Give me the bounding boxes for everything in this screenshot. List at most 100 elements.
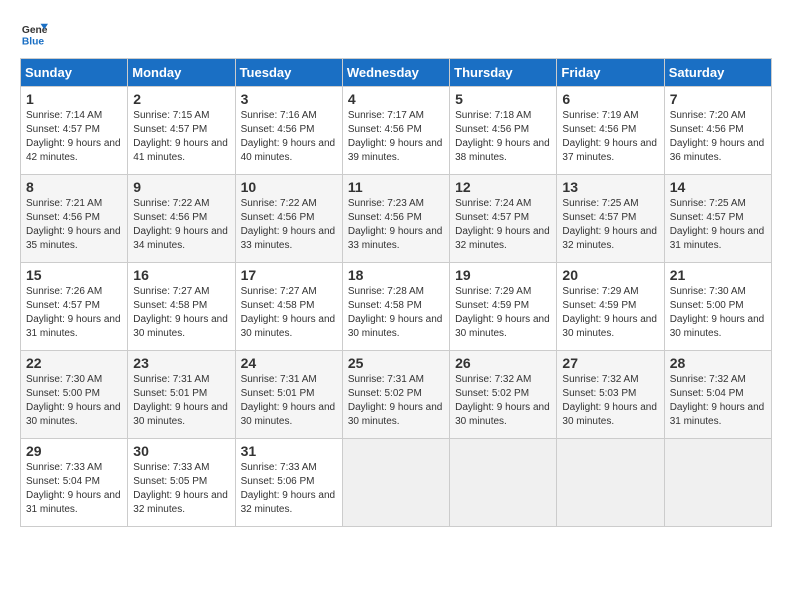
day-info: Sunrise: 7:25 AMSunset: 4:57 PMDaylight:… [670,197,766,253]
calendar-cell: 29 Sunrise: 7:33 AMSunset: 5:04 PMDaylig… [21,439,128,527]
day-info: Sunrise: 7:28 AMSunset: 4:58 PMDaylight:… [348,285,444,341]
weekday-header-row: SundayMondayTuesdayWednesdayThursdayFrid… [21,59,772,87]
calendar-cell: 17 Sunrise: 7:27 AMSunset: 4:58 PMDaylig… [235,263,342,351]
day-number: 22 [26,355,122,371]
day-number: 28 [670,355,766,371]
calendar-cell: 6 Sunrise: 7:19 AMSunset: 4:56 PMDayligh… [557,87,664,175]
day-info: Sunrise: 7:31 AMSunset: 5:01 PMDaylight:… [241,373,337,429]
calendar-cell [557,439,664,527]
day-info: Sunrise: 7:26 AMSunset: 4:57 PMDaylight:… [26,285,122,341]
calendar-cell: 20 Sunrise: 7:29 AMSunset: 4:59 PMDaylig… [557,263,664,351]
calendar-cell: 1 Sunrise: 7:14 AMSunset: 4:57 PMDayligh… [21,87,128,175]
day-number: 13 [562,179,658,195]
day-number: 30 [133,443,229,459]
calendar-cell [664,439,771,527]
day-number: 25 [348,355,444,371]
calendar-cell: 7 Sunrise: 7:20 AMSunset: 4:56 PMDayligh… [664,87,771,175]
weekday-header-thursday: Thursday [450,59,557,87]
day-number: 12 [455,179,551,195]
calendar-cell: 19 Sunrise: 7:29 AMSunset: 4:59 PMDaylig… [450,263,557,351]
day-number: 9 [133,179,229,195]
calendar-cell: 15 Sunrise: 7:26 AMSunset: 4:57 PMDaylig… [21,263,128,351]
logo: General Blue [20,20,52,48]
day-info: Sunrise: 7:30 AMSunset: 5:00 PMDaylight:… [670,285,766,341]
calendar-cell: 4 Sunrise: 7:17 AMSunset: 4:56 PMDayligh… [342,87,449,175]
day-number: 5 [455,91,551,107]
calendar-cell: 5 Sunrise: 7:18 AMSunset: 4:56 PMDayligh… [450,87,557,175]
day-info: Sunrise: 7:24 AMSunset: 4:57 PMDaylight:… [455,197,551,253]
day-number: 19 [455,267,551,283]
day-number: 15 [26,267,122,283]
day-number: 4 [348,91,444,107]
day-info: Sunrise: 7:32 AMSunset: 5:03 PMDaylight:… [562,373,658,429]
calendar-cell: 25 Sunrise: 7:31 AMSunset: 5:02 PMDaylig… [342,351,449,439]
day-info: Sunrise: 7:21 AMSunset: 4:56 PMDaylight:… [26,197,122,253]
day-info: Sunrise: 7:31 AMSunset: 5:02 PMDaylight:… [348,373,444,429]
calendar-week-3: 15 Sunrise: 7:26 AMSunset: 4:57 PMDaylig… [21,263,772,351]
calendar-week-2: 8 Sunrise: 7:21 AMSunset: 4:56 PMDayligh… [21,175,772,263]
page-header: General Blue [20,20,772,48]
day-number: 14 [670,179,766,195]
day-number: 16 [133,267,229,283]
day-info: Sunrise: 7:27 AMSunset: 4:58 PMDaylight:… [241,285,337,341]
calendar-table: SundayMondayTuesdayWednesdayThursdayFrid… [20,58,772,527]
day-info: Sunrise: 7:29 AMSunset: 4:59 PMDaylight:… [562,285,658,341]
calendar-cell: 26 Sunrise: 7:32 AMSunset: 5:02 PMDaylig… [450,351,557,439]
calendar-cell [342,439,449,527]
calendar-cell: 30 Sunrise: 7:33 AMSunset: 5:05 PMDaylig… [128,439,235,527]
day-info: Sunrise: 7:22 AMSunset: 4:56 PMDaylight:… [133,197,229,253]
weekday-header-monday: Monday [128,59,235,87]
calendar-cell: 24 Sunrise: 7:31 AMSunset: 5:01 PMDaylig… [235,351,342,439]
day-number: 24 [241,355,337,371]
day-number: 31 [241,443,337,459]
calendar-cell: 27 Sunrise: 7:32 AMSunset: 5:03 PMDaylig… [557,351,664,439]
weekday-header-saturday: Saturday [664,59,771,87]
day-info: Sunrise: 7:23 AMSunset: 4:56 PMDaylight:… [348,197,444,253]
day-info: Sunrise: 7:33 AMSunset: 5:05 PMDaylight:… [133,461,229,517]
weekday-header-wednesday: Wednesday [342,59,449,87]
day-info: Sunrise: 7:29 AMSunset: 4:59 PMDaylight:… [455,285,551,341]
calendar-cell: 31 Sunrise: 7:33 AMSunset: 5:06 PMDaylig… [235,439,342,527]
day-number: 7 [670,91,766,107]
day-number: 1 [26,91,122,107]
day-number: 20 [562,267,658,283]
calendar-cell: 14 Sunrise: 7:25 AMSunset: 4:57 PMDaylig… [664,175,771,263]
calendar-cell: 23 Sunrise: 7:31 AMSunset: 5:01 PMDaylig… [128,351,235,439]
day-info: Sunrise: 7:25 AMSunset: 4:57 PMDaylight:… [562,197,658,253]
weekday-header-tuesday: Tuesday [235,59,342,87]
calendar-week-4: 22 Sunrise: 7:30 AMSunset: 5:00 PMDaylig… [21,351,772,439]
day-number: 27 [562,355,658,371]
weekday-header-sunday: Sunday [21,59,128,87]
day-info: Sunrise: 7:31 AMSunset: 5:01 PMDaylight:… [133,373,229,429]
day-info: Sunrise: 7:27 AMSunset: 4:58 PMDaylight:… [133,285,229,341]
day-info: Sunrise: 7:17 AMSunset: 4:56 PMDaylight:… [348,109,444,165]
day-number: 29 [26,443,122,459]
day-number: 17 [241,267,337,283]
calendar-cell: 22 Sunrise: 7:30 AMSunset: 5:00 PMDaylig… [21,351,128,439]
day-number: 10 [241,179,337,195]
calendar-cell: 8 Sunrise: 7:21 AMSunset: 4:56 PMDayligh… [21,175,128,263]
day-info: Sunrise: 7:33 AMSunset: 5:04 PMDaylight:… [26,461,122,517]
calendar-week-5: 29 Sunrise: 7:33 AMSunset: 5:04 PMDaylig… [21,439,772,527]
day-info: Sunrise: 7:33 AMSunset: 5:06 PMDaylight:… [241,461,337,517]
day-number: 21 [670,267,766,283]
day-info: Sunrise: 7:22 AMSunset: 4:56 PMDaylight:… [241,197,337,253]
calendar-cell: 2 Sunrise: 7:15 AMSunset: 4:57 PMDayligh… [128,87,235,175]
calendar-cell: 16 Sunrise: 7:27 AMSunset: 4:58 PMDaylig… [128,263,235,351]
calendar-cell [450,439,557,527]
calendar-week-1: 1 Sunrise: 7:14 AMSunset: 4:57 PMDayligh… [21,87,772,175]
day-number: 26 [455,355,551,371]
day-info: Sunrise: 7:32 AMSunset: 5:04 PMDaylight:… [670,373,766,429]
calendar-cell: 13 Sunrise: 7:25 AMSunset: 4:57 PMDaylig… [557,175,664,263]
day-info: Sunrise: 7:20 AMSunset: 4:56 PMDaylight:… [670,109,766,165]
day-number: 6 [562,91,658,107]
day-info: Sunrise: 7:19 AMSunset: 4:56 PMDaylight:… [562,109,658,165]
calendar-cell: 9 Sunrise: 7:22 AMSunset: 4:56 PMDayligh… [128,175,235,263]
calendar-cell: 12 Sunrise: 7:24 AMSunset: 4:57 PMDaylig… [450,175,557,263]
day-info: Sunrise: 7:15 AMSunset: 4:57 PMDaylight:… [133,109,229,165]
day-number: 23 [133,355,229,371]
calendar-cell: 10 Sunrise: 7:22 AMSunset: 4:56 PMDaylig… [235,175,342,263]
day-number: 2 [133,91,229,107]
day-info: Sunrise: 7:30 AMSunset: 5:00 PMDaylight:… [26,373,122,429]
svg-text:Blue: Blue [22,36,45,47]
